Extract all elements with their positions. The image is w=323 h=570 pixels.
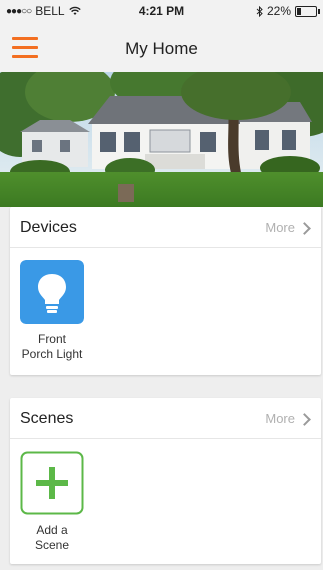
plus-icon [20,451,84,515]
page-title: My Home [125,39,198,58]
home-photo [0,72,323,207]
nav-bar: My Home [0,22,323,72]
battery-percent: 22% [266,4,291,18]
scenes-card: Scenes More Add a Scene [10,398,321,564]
add-scene-button[interactable]: Add a Scene [20,451,84,553]
add-scene-label-line1: Add a [36,523,68,537]
add-scene-label-line2: Scene [34,538,70,552]
devices-card: Devices More Front Porch Light [10,207,321,375]
scenes-title: Scenes [20,410,74,427]
chevron-right-icon [298,412,311,426]
scenes-more-link[interactable]: More [265,411,311,426]
bluetooth-icon [256,5,263,17]
devices-more-label: More [265,220,295,235]
device-label-line2: Porch Light [21,347,83,361]
device-tile-front-porch-light[interactable]: Front Porch Light [20,260,84,362]
devices-title: Devices [20,219,77,236]
battery-icon [295,5,320,17]
lightbulb-icon [20,260,84,324]
add-scene-caption: Add a Scene [20,523,84,553]
device-caption: Front Porch Light [20,332,84,362]
house-image [0,72,323,207]
scenes-more-label: More [265,411,295,426]
status-bar: ●●●○○ BELL 4:21 PM 22% [0,0,323,22]
chevron-right-icon [298,221,311,235]
status-right: 22% [256,4,320,18]
battery-fill [297,7,301,15]
scenes-header: Scenes More [10,398,321,439]
devices-header: Devices More [10,207,321,248]
device-label-line1: Front [37,332,66,346]
devices-more-link[interactable]: More [265,220,311,235]
